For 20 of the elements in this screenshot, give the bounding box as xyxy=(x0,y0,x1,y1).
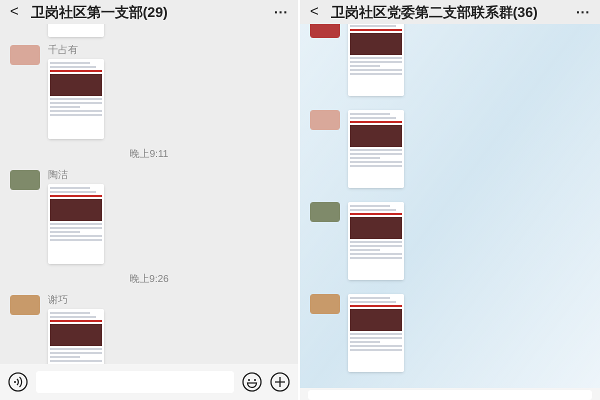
back-button[interactable]: < xyxy=(10,0,19,24)
voice-icon[interactable] xyxy=(8,372,28,392)
more-button[interactable]: ··· xyxy=(274,2,288,22)
sender-name: 谢巧 xyxy=(48,295,69,307)
timestamp: 晚上9:11 xyxy=(130,148,168,162)
article-screenshot[interactable] xyxy=(348,110,404,188)
sender-name: 陶洁 xyxy=(48,170,69,182)
article-screenshot[interactable] xyxy=(48,59,104,139)
article-screenshot[interactable] xyxy=(48,184,104,264)
more-button[interactable]: ··· xyxy=(576,2,590,22)
back-button[interactable]: < xyxy=(310,0,319,24)
emoji-icon[interactable] xyxy=(242,372,262,392)
timestamp: 晚上9:26 xyxy=(129,272,169,287)
chat-title: 卫岗社区党委第二支部联系群(36) xyxy=(330,2,539,22)
article-screenshot[interactable] xyxy=(348,202,404,280)
article-screenshot[interactable] xyxy=(348,24,404,96)
sender-name: 千占有 xyxy=(48,45,79,57)
plus-icon[interactable] xyxy=(270,372,290,392)
article-screenshot[interactable] xyxy=(348,294,404,372)
chat-title: 卫岗社区第一支部(29) xyxy=(30,2,169,22)
